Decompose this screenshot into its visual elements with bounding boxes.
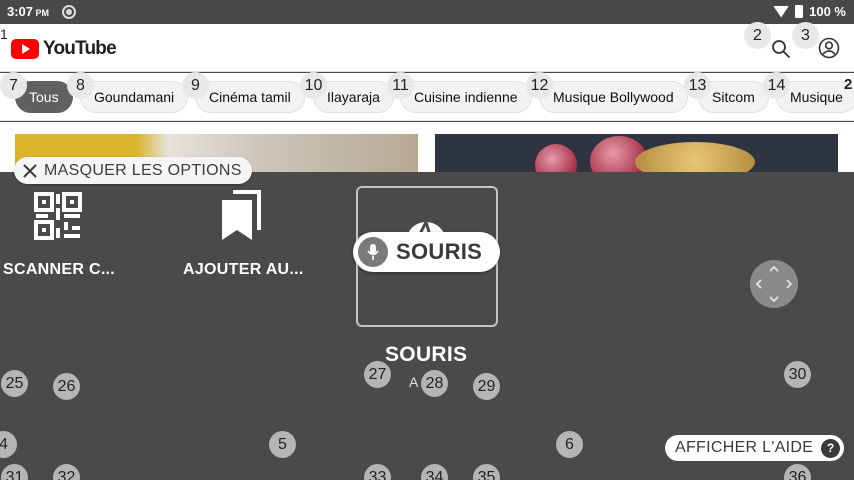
youtube-logo[interactable]: YouTube [11,38,117,60]
mouse-tile-label[interactable]: SOURIS [385,343,467,367]
voice-tag[interactable]: 27 [364,361,391,388]
voice-tag[interactable]: 25 [1,370,28,397]
thumbnail-image [535,144,577,174]
voice-tag[interactable]: 5 [269,431,296,458]
mouse-command-pill[interactable]: SOURIS [353,232,500,272]
voice-tag[interactable]: 14 [763,72,790,99]
voice-tag[interactable]: 10 [300,72,327,99]
voice-tag[interactable]: 28 [421,370,448,397]
system-icons: 100 % [773,4,846,19]
voice-tag[interactable]: 2 [844,76,852,93]
chip-musique-bollywood[interactable]: Musique Bollywood [539,81,688,113]
voice-tag[interactable]: 6 [556,431,583,458]
voice-tag[interactable]: 26 [53,373,80,400]
scanner-tile-label[interactable]: SCANNER C... [3,261,115,279]
search-icon[interactable] [771,39,791,59]
status-time: 3:07 PM [7,4,50,19]
voice-tag[interactable]: 8 [67,72,94,99]
add-tile-label[interactable]: AJOUTER AU... [183,261,304,279]
chip-goundamani[interactable]: Goundamani [80,81,189,113]
dpad-icon[interactable] [750,260,798,308]
youtube-logo-text: YouTube [43,38,117,59]
status-bar: 3:07 PM 100 % [0,0,854,24]
hide-options-label: MASQUER LES OPTIONS [44,162,242,179]
voice-tag[interactable]: 29 [473,373,500,400]
bookmark-add-icon[interactable] [219,190,263,242]
mouse-tile-sublabel: A [409,374,419,390]
battery-icon [795,5,804,18]
voice-tag[interactable]: 1 [0,26,8,42]
thumbnail-image [635,142,755,174]
voice-tag[interactable]: 12 [526,72,553,99]
voice-tag[interactable]: 3 [792,22,819,49]
chip-cuisine-indienne[interactable]: Cuisine indienne [400,81,532,113]
voice-tag[interactable]: 2 [744,22,771,49]
voice-tag[interactable]: 30 [784,361,811,388]
show-help-label: AFFICHER L'AIDE [675,439,814,456]
youtube-play-icon [11,39,39,59]
hide-options-button[interactable]: MASQUER LES OPTIONS [14,157,252,184]
mic-icon [358,237,388,267]
video-thumbnail[interactable] [435,134,838,174]
notification-icon [62,5,76,19]
help-icon: ? [821,438,841,458]
qr-code-icon[interactable] [34,192,82,240]
mouse-command-label: SOURIS [396,239,483,264]
battery-percent: 100 % [809,4,846,19]
account-icon[interactable] [818,37,840,59]
close-icon [23,163,37,178]
youtube-header: YouTube [0,24,854,72]
voice-tag[interactable]: 13 [684,72,711,99]
voice-tag[interactable]: 7 [0,72,27,99]
voice-tag[interactable]: 11 [387,72,414,99]
wifi-icon [773,5,790,18]
chip-cinema-tamil[interactable]: Cinéma tamil [195,81,305,113]
category-chips: Tous Goundamani Cinéma tamil Ilayaraja C… [0,73,854,121]
show-help-button[interactable]: AFFICHER L'AIDE ? [665,435,845,461]
voice-tag[interactable]: 9 [182,72,209,99]
